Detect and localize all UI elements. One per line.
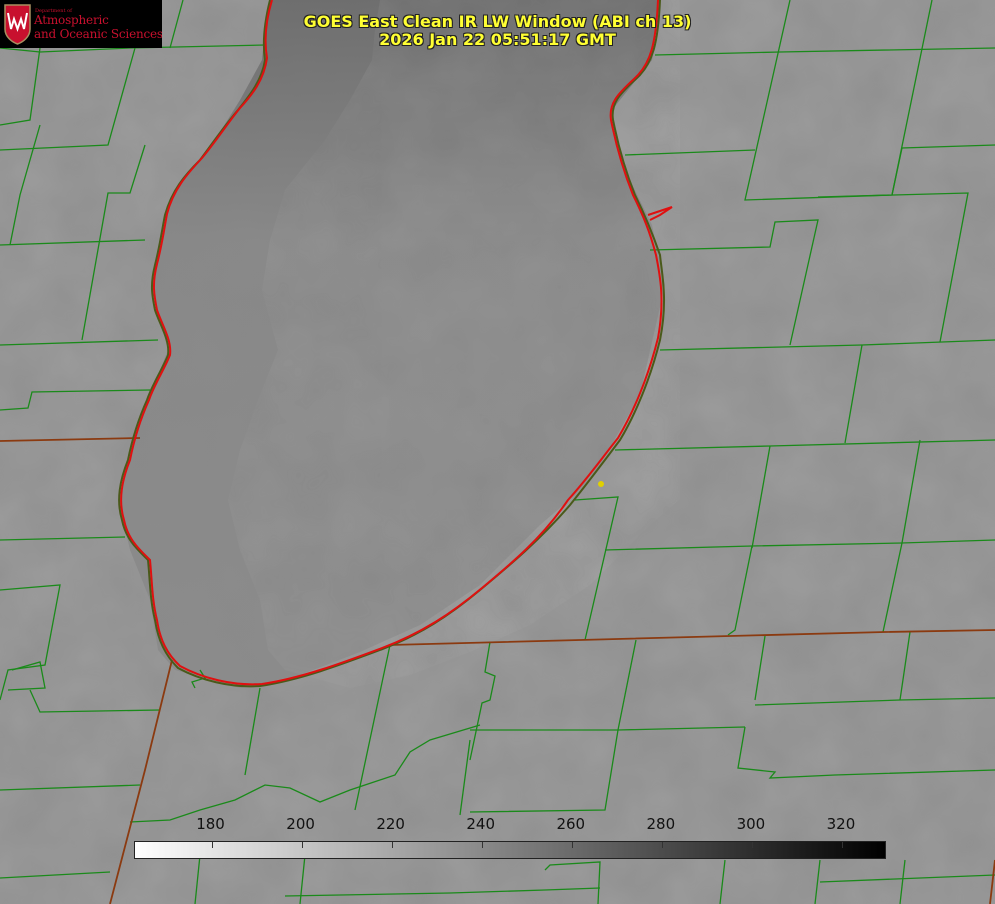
location-marker	[598, 481, 604, 487]
colorbar-tick	[661, 842, 663, 848]
colorbar	[134, 841, 886, 859]
colorbar-tick	[211, 842, 213, 848]
colorbar-tick	[841, 842, 843, 848]
colorbar-tick-label: 180	[196, 815, 225, 833]
colorbar-tick	[391, 842, 393, 848]
map-title: GOES East Clean IR LW Window (ABI ch 13)	[303, 12, 692, 31]
colorbar-tick	[481, 842, 483, 848]
colorbar-tick-label: 240	[466, 815, 496, 833]
colorbar-tick	[751, 842, 753, 848]
colorbar-tick	[571, 842, 573, 848]
colorbar-tick-label: 320	[826, 815, 856, 833]
colorbar-tick	[301, 842, 303, 848]
colorbar-tick-label: 280	[646, 815, 676, 833]
colorbar-tick-label: 300	[736, 815, 766, 833]
map-timestamp: 2026 Jan 22 05:51:17 GMT	[379, 30, 616, 49]
colorbar-tick-label: 260	[556, 815, 586, 833]
colorbar-tick-label: 220	[376, 815, 405, 833]
satellite-map	[0, 0, 995, 904]
colorbar-tick-label: 200	[286, 815, 315, 833]
